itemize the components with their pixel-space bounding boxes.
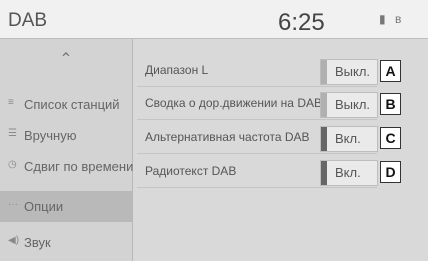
sidebar-item-label: Звук [24, 235, 51, 250]
toggle-indicator [321, 93, 327, 117]
battery-icon: ▮ [379, 12, 386, 26]
setting-label: Сводка о дор.движении на DAB [145, 96, 322, 110]
sidebar-item-label: Вручную [24, 128, 77, 143]
sidebar-item-label: Опции [24, 199, 64, 214]
setting-label: Радиотекст DAB [145, 164, 237, 178]
sidebar-item-sound[interactable]: ◀) Звук [0, 227, 132, 258]
callout-b: B [380, 93, 401, 115]
clock: 6:25 [278, 9, 325, 36]
sidebar-item-station-list[interactable]: ≡ Список станций [0, 89, 132, 120]
status-icons: ▮ ʙ [373, 12, 401, 26]
setting-label: Альтернативная частота DAB [145, 130, 310, 144]
setting-row-alt-frequency: Альтернативная частота DAB Вкл. [137, 123, 378, 154]
back-chevron-up-icon[interactable]: ⌃ [0, 49, 132, 79]
toggle-indicator [321, 60, 327, 84]
clock-icon: ◷ [8, 159, 17, 170]
sidebar-item-timeshift[interactable]: ◷ Сдвиг по времени [0, 151, 134, 182]
traffic-summary-toggle[interactable]: Выкл. [320, 92, 378, 118]
app-title: DAB [8, 10, 48, 31]
sidebar-item-options[interactable]: ··· Опции [0, 191, 132, 222]
toggle-value: Выкл. [335, 97, 371, 112]
callout-a: A [380, 60, 401, 82]
sidebar-item-manual[interactable]: ☰ Вручную [0, 120, 132, 151]
toggle-indicator [321, 127, 327, 151]
setting-label: Диапазон L [145, 63, 209, 77]
setting-row-traffic-summary: Сводка о дор.движении на DAB Выкл. [137, 89, 378, 120]
sidebar-item-label: Список станций [24, 97, 120, 112]
top-bar: DAB 6:25 ▮ ʙ [0, 0, 428, 39]
sidebar-item-label: Сдвиг по времени [24, 159, 134, 174]
setting-row-band-l: Диапазон L Выкл. [137, 56, 378, 87]
toggle-value: Вкл. [335, 165, 361, 180]
bluetooth-icon: ʙ [394, 12, 402, 26]
callout-d: D [380, 161, 401, 183]
band-l-toggle[interactable]: Выкл. [320, 59, 378, 85]
radiotext-toggle[interactable]: Вкл. [320, 160, 378, 186]
dab-screen: DAB 6:25 ▮ ʙ ⌃ ≡ Список станций ☰ Вручну… [0, 0, 428, 261]
alt-frequency-toggle[interactable]: Вкл. [320, 126, 378, 152]
callout-c: C [380, 127, 401, 149]
list-icon: ≡ [8, 97, 14, 108]
sidebar: ⌃ ≡ Список станций ☰ Вручную ◷ Сдвиг по … [0, 39, 133, 261]
toggle-indicator [321, 161, 327, 185]
settings-panel: Диапазон L Выкл. A Сводка о дор.движении… [133, 39, 428, 261]
options-icon: ··· [8, 199, 18, 210]
setting-row-radiotext: Радиотекст DAB Вкл. [137, 157, 378, 188]
speaker-icon: ◀) [8, 235, 20, 246]
toggle-value: Выкл. [335, 64, 371, 79]
manual-icon: ☰ [8, 128, 17, 139]
toggle-value: Вкл. [335, 131, 361, 146]
